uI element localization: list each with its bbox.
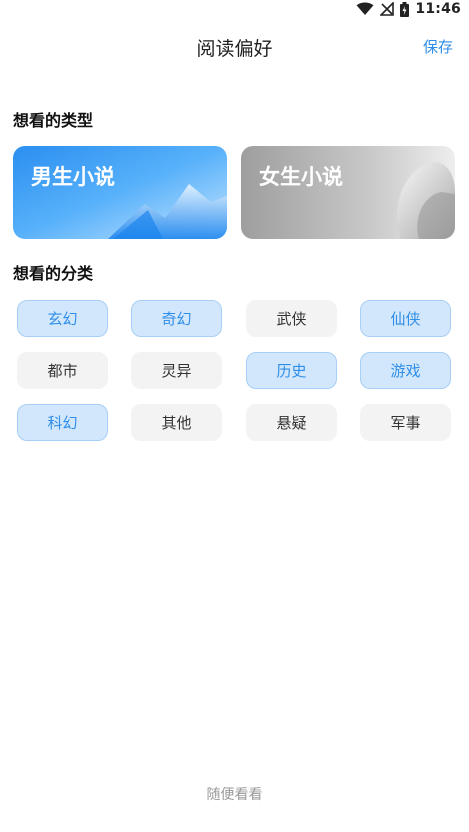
female-card-background — [241, 146, 455, 239]
male-card-background — [13, 146, 227, 239]
status-icons: 11:46 — [356, 1, 461, 17]
types-section-title: 想看的类型 — [13, 111, 94, 130]
type-card-male[interactable]: 男生小说 — [13, 146, 227, 239]
save-button[interactable]: 保存 — [423, 36, 453, 57]
category-chip[interactable]: 悬疑 — [246, 404, 337, 441]
status-bar: 11:46 — [0, 0, 469, 20]
category-chip[interactable]: 游戏 — [360, 352, 451, 389]
category-chip[interactable]: 仙侠 — [360, 300, 451, 337]
category-chip[interactable]: 其他 — [131, 404, 222, 441]
type-card-female[interactable]: 女生小说 — [241, 146, 455, 239]
category-chip[interactable]: 奇幻 — [131, 300, 222, 337]
category-chip[interactable]: 灵异 — [131, 352, 222, 389]
type-card-female-label: 女生小说 — [259, 165, 343, 189]
type-card-male-label: 男生小说 — [31, 165, 115, 189]
category-chip[interactable]: 都市 — [17, 352, 108, 389]
category-chip[interactable]: 玄幻 — [17, 300, 108, 337]
category-chip[interactable]: 军事 — [360, 404, 451, 441]
category-chip[interactable]: 历史 — [246, 352, 337, 389]
page-title: 阅读偏好 — [196, 38, 273, 60]
clock: 11:46 — [415, 1, 461, 17]
header: 阅读偏好 保存 — [0, 28, 469, 64]
battery-icon — [400, 1, 410, 17]
categories-section-title: 想看的分类 — [13, 264, 94, 283]
category-chip[interactable]: 武侠 — [246, 300, 337, 337]
wifi-icon — [356, 2, 374, 16]
random-browse-link[interactable]: 随便看看 — [0, 784, 469, 804]
category-chip[interactable]: 科幻 — [17, 404, 108, 441]
no-sim-icon — [380, 2, 395, 16]
